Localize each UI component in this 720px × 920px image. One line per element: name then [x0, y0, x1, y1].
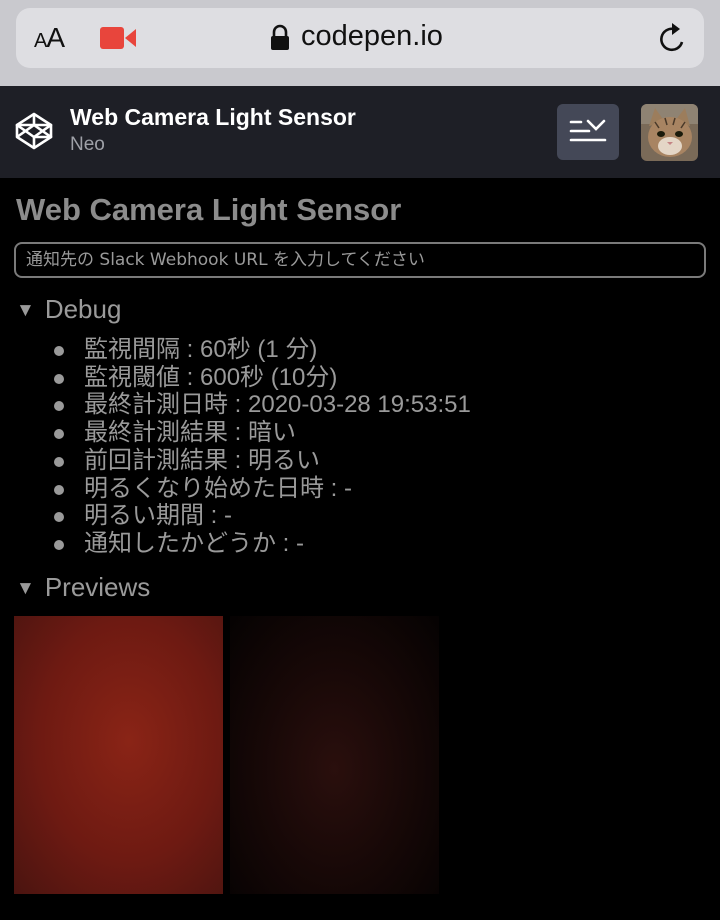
codepen-header: Web Camera Light Sensor Neo	[0, 86, 720, 178]
url-text: codepen.io	[301, 20, 443, 52]
debug-list: 監視間隔 : 60秒 (1 分) 監視閾値 : 600秒 (10分) 最終計測日…	[54, 336, 471, 558]
browser-address-bar: AA codepen.io	[0, 0, 720, 86]
list-chevron-icon	[569, 119, 607, 142]
list-item: 前回計測結果 : 明るい	[54, 447, 471, 475]
user-avatar[interactable]	[641, 104, 698, 161]
previews-label: Previews	[44, 572, 151, 602]
page-title: Web Camera Light Sensor	[16, 192, 402, 227]
previews-toggle[interactable]: ▼ Previews	[16, 572, 150, 603]
codepen-logo-icon[interactable]	[14, 111, 54, 151]
view-menu-button[interactable]	[557, 104, 619, 160]
pen-title[interactable]: Web Camera Light Sensor	[70, 104, 356, 131]
camera-preview-current	[14, 616, 223, 894]
disclosure-triangle-icon: ▼	[16, 578, 35, 599]
camera-recording-icon[interactable]	[100, 26, 136, 50]
list-item: 通知したかどうか : -	[54, 530, 471, 558]
disclosure-triangle-icon: ▼	[16, 300, 35, 321]
pen-preview-content: Web Camera Light Sensor ▼ Debug 監視間隔 : 60…	[0, 178, 720, 920]
debug-label: Debug	[44, 294, 122, 324]
cat-avatar-image	[641, 104, 698, 161]
list-item: 最終計測日時 : 2020-03-28 19:53:51	[54, 391, 471, 419]
list-item: 明るくなり始めた日時 : -	[54, 475, 471, 503]
list-item: 監視閾値 : 600秒 (10分)	[54, 364, 471, 392]
list-item: 最終計測結果 : 暗い	[54, 419, 471, 447]
lock-icon	[271, 24, 289, 50]
debug-toggle[interactable]: ▼ Debug	[16, 294, 121, 325]
text-size-button[interactable]: AA	[34, 22, 65, 54]
list-item: 明るい期間 : -	[54, 502, 471, 530]
url-field[interactable]: AA codepen.io	[16, 8, 704, 68]
camera-preview-previous	[230, 616, 439, 894]
pen-author[interactable]: Neo	[70, 134, 105, 156]
reload-icon[interactable]	[658, 22, 688, 54]
slack-webhook-url-input[interactable]	[14, 242, 706, 278]
list-item: 監視間隔 : 60秒 (1 分)	[54, 336, 471, 364]
